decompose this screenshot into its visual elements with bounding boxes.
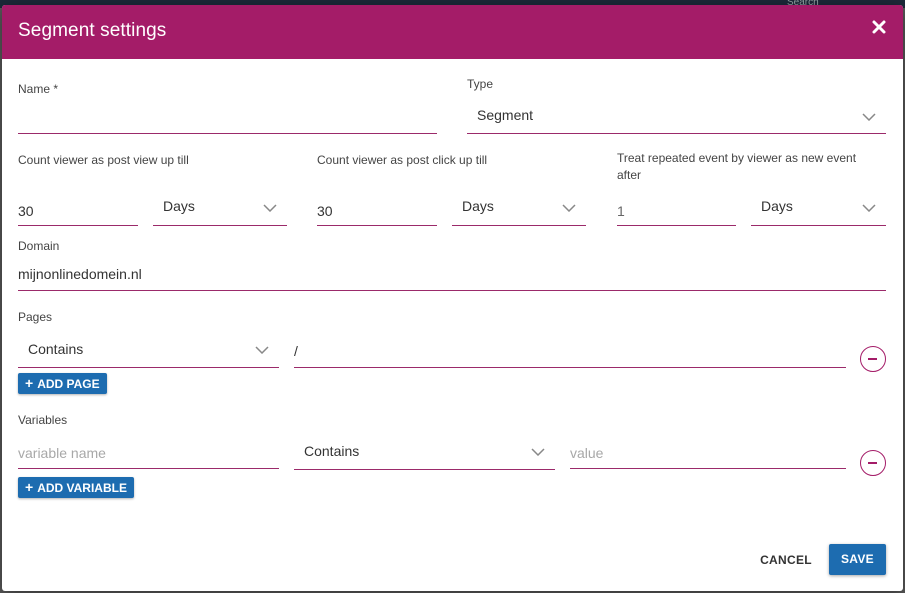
name-label: Name *	[18, 82, 59, 96]
chevron-down-icon	[562, 204, 576, 212]
add-variable-button[interactable]: + ADD VARIABLE	[18, 477, 134, 498]
close-icon	[872, 20, 886, 34]
save-button[interactable]: SAVE	[829, 544, 886, 575]
post-view-unit: Days	[163, 198, 195, 214]
variable-match-value: Contains	[304, 443, 360, 459]
repeat-event-label: Treat repeated event by viewer as new ev…	[617, 151, 857, 182]
chevron-down-icon	[862, 113, 876, 121]
add-variable-label: ADD VARIABLE	[37, 481, 127, 495]
post-click-input[interactable]: 30	[317, 196, 437, 226]
plus-icon: +	[25, 375, 34, 391]
type-label: Type	[467, 77, 494, 91]
chevron-down-icon	[531, 448, 545, 456]
post-view-value: 30	[18, 203, 34, 219]
post-click-value: 30	[317, 203, 333, 219]
variable-name-placeholder: variable name	[18, 445, 106, 461]
segment-settings-dialog: Segment settings Name * Type Segment Cou…	[2, 5, 903, 591]
page-match-value: Contains	[28, 341, 84, 357]
variable-value-placeholder: value	[570, 445, 604, 461]
dialog-header: Segment settings	[2, 5, 903, 59]
name-input[interactable]	[18, 104, 437, 134]
type-value: Segment	[477, 107, 534, 123]
post-click-unit-select[interactable]: Days	[452, 191, 586, 226]
add-page-button[interactable]: + ADD PAGE	[18, 373, 107, 394]
repeat-event-unit: Days	[761, 198, 793, 214]
page-match-select[interactable]: Contains	[18, 333, 279, 368]
add-page-label: ADD PAGE	[37, 377, 100, 391]
chevron-down-icon	[862, 204, 876, 212]
remove-page-button[interactable]	[860, 346, 886, 372]
variable-name-input[interactable]: variable name	[18, 439, 279, 469]
repeat-event-unit-select[interactable]: Days	[751, 191, 886, 226]
repeat-event-value: 1	[617, 203, 625, 219]
variable-match-select[interactable]: Contains	[294, 435, 555, 470]
post-click-label: Count viewer as post click up till	[317, 153, 488, 167]
remove-variable-button[interactable]	[860, 450, 886, 476]
domain-label: Domain	[18, 239, 60, 253]
dialog-title: Segment settings	[18, 20, 167, 41]
domain-input[interactable]: mijnonlinedomein.nl	[18, 261, 886, 291]
domain-value: mijnonlinedomein.nl	[18, 266, 142, 282]
repeat-event-input[interactable]: 1	[617, 196, 736, 226]
post-view-input[interactable]: 30	[18, 196, 138, 226]
minus-icon	[868, 462, 877, 464]
variables-label: Variables	[18, 413, 68, 427]
pages-label: Pages	[18, 310, 53, 324]
post-view-label: Count viewer as post view up till	[18, 153, 189, 167]
post-view-unit-select[interactable]: Days	[153, 191, 287, 226]
type-select[interactable]: Segment	[467, 100, 886, 134]
chevron-down-icon	[255, 346, 269, 354]
page-value: /	[294, 343, 298, 359]
plus-icon: +	[25, 479, 34, 495]
chevron-down-icon	[263, 204, 277, 212]
page-value-input[interactable]: /	[294, 338, 846, 368]
post-click-unit: Days	[462, 198, 494, 214]
minus-icon	[868, 358, 877, 360]
cancel-button[interactable]: CANCEL	[754, 549, 818, 571]
variable-value-input[interactable]: value	[570, 439, 846, 469]
close-button[interactable]	[869, 17, 889, 37]
